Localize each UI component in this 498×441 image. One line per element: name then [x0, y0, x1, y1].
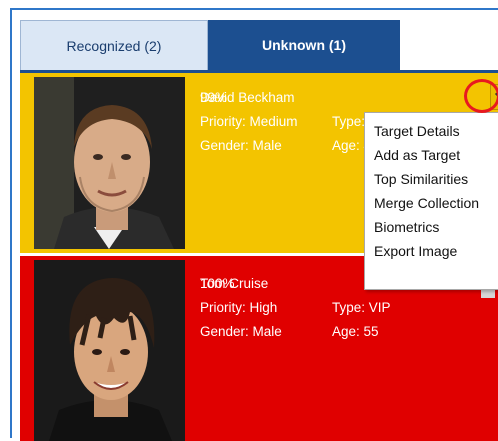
menu-item-biometrics[interactable]: Biometrics — [365, 215, 498, 239]
card-menu-button[interactable] — [490, 84, 498, 110]
face-photo — [34, 260, 185, 441]
gender-label: Gender: Male — [200, 324, 282, 339]
person-name: Tom Cruise — [200, 276, 269, 291]
tab-unknown[interactable]: Unknown (1) — [208, 20, 400, 70]
menu-item-target-details[interactable]: Target Details — [365, 119, 498, 143]
tab-strip: Recognized (2) Unknown (1) — [20, 20, 400, 70]
person-name: David Beckham — [200, 90, 295, 105]
age-label: Age: 55 — [332, 324, 379, 339]
menu-item-add-as-target[interactable]: Add as Target — [365, 143, 498, 167]
gender-label: Gender: Male — [200, 138, 282, 153]
menu-item-top-similarities[interactable]: Top Similarities — [365, 167, 498, 191]
priority-label: Priority: High — [200, 300, 278, 315]
priority-label: Priority: Medium — [200, 114, 298, 129]
type-label: Type: VIP — [332, 300, 391, 315]
tab-recognized[interactable]: Recognized (2) — [20, 20, 208, 70]
face-photo — [34, 77, 185, 249]
context-menu: Target Details Add as Target Top Similar… — [364, 112, 498, 290]
menu-item-export-image[interactable]: Export Image — [365, 239, 498, 263]
menu-item-merge-collection[interactable]: Merge Collection — [365, 191, 498, 215]
